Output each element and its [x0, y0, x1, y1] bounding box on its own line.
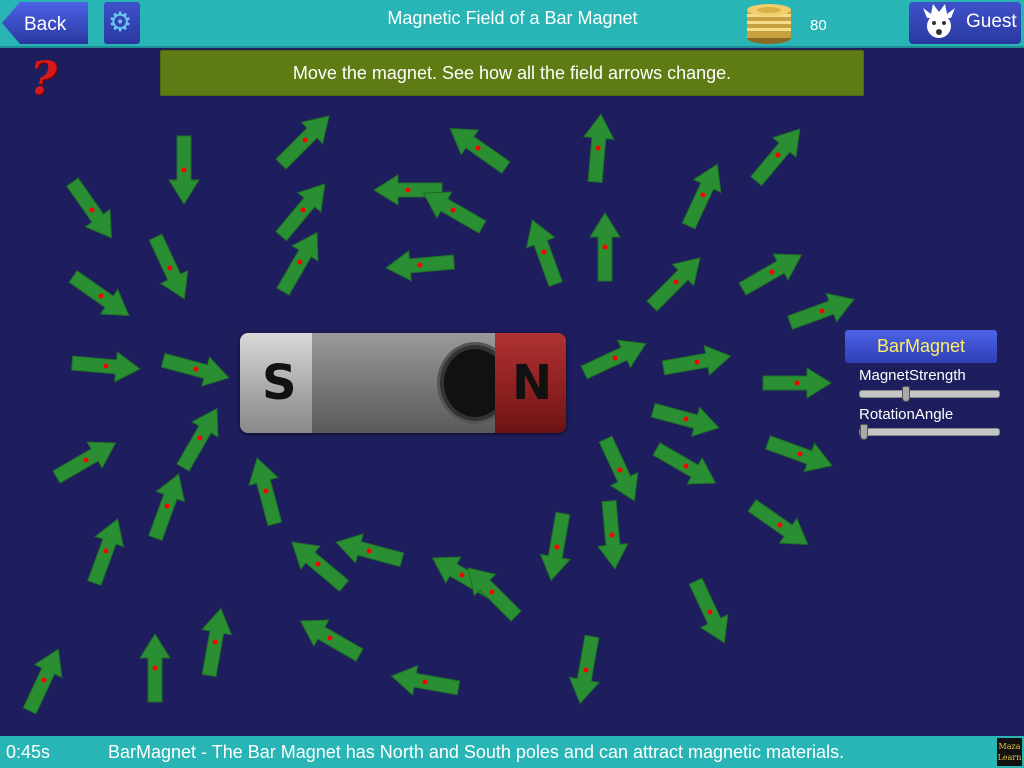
field-arrow [299, 619, 364, 662]
guest-avatar-icon [923, 4, 955, 38]
coin-stack-icon [747, 4, 791, 44]
arrow-pivot-dot [405, 187, 411, 193]
instruction-banner: Move the magnet. See how all the field a… [160, 50, 864, 96]
timer: 0:45s [6, 742, 51, 762]
arrow-pivot-dot [152, 665, 158, 671]
logo: Maza Learn [997, 738, 1022, 766]
field-arrow [22, 648, 63, 715]
logo-line-1: Maza [998, 742, 1021, 751]
arrow-pivot-dot [794, 380, 800, 386]
field-arrow [596, 499, 629, 570]
field-arrow [390, 664, 461, 697]
south-pole-label: S [262, 355, 297, 411]
field-arrow [646, 257, 701, 312]
field-arrow [467, 567, 522, 622]
field-arrow [681, 163, 722, 230]
field-arrow [582, 113, 615, 184]
field-arrow [787, 292, 855, 330]
bar-magnet[interactable]: S N [240, 333, 566, 433]
gear-icon: ⚙ [108, 7, 133, 37]
arrow-pivot-dot [602, 244, 608, 250]
field-arrow [139, 633, 171, 703]
field-arrow [688, 577, 729, 644]
field-arrow [661, 344, 732, 377]
coin-count: 80 [810, 17, 827, 34]
top-bar: Back ⚙ Magnetic Field of a Bar Magnet 80… [0, 0, 1024, 48]
field-arrow [747, 499, 809, 546]
field-arrow [148, 473, 186, 541]
magnet-body [312, 333, 510, 433]
north-pole-label: N [512, 355, 553, 411]
rotation-angle-slider[interactable] [859, 424, 1000, 440]
question-mark-icon[interactable]: ? [30, 55, 57, 101]
field-arrow [275, 115, 330, 170]
page-title: Magnetic Field of a Bar Magnet [387, 8, 638, 28]
field-arrow [598, 435, 639, 502]
field-arrow [738, 253, 803, 296]
field-arrow [168, 135, 200, 205]
field-arrow [176, 407, 219, 472]
field-arrow [580, 339, 647, 380]
field-arrow [87, 518, 125, 586]
field-arrow [335, 533, 405, 568]
panel-title: BarMagnet [845, 330, 997, 363]
magnet-strength-slider[interactable] [859, 386, 1000, 402]
north-pole: N [495, 333, 566, 433]
rotation-angle-thumb[interactable] [860, 424, 868, 440]
field-arrow [385, 249, 456, 282]
field-arrow [568, 634, 601, 705]
field-arrow [449, 127, 511, 174]
field-arrow [66, 177, 113, 239]
settings-button[interactable]: ⚙ [104, 2, 140, 44]
magnet-strength-thumb[interactable] [901, 386, 910, 402]
field-arrow [68, 270, 130, 317]
field-arrow [70, 350, 141, 383]
field-arrow [248, 457, 283, 527]
status-text: BarMagnet - The Bar Magnet has North and… [108, 742, 845, 762]
field-arrow [52, 441, 117, 484]
field-arrow [148, 233, 189, 300]
guest-user-button[interactable]: Guest [909, 2, 1021, 44]
field-arrow [589, 212, 621, 282]
back-button[interactable]: Back [2, 2, 88, 44]
arrow-pivot-dot [181, 167, 187, 173]
field-arrow [650, 402, 720, 437]
field-arrow [525, 219, 563, 287]
bottom-bar: 0:45s BarMagnet - The Bar Magnet has Nor… [0, 736, 1024, 768]
field-arrow [750, 128, 801, 187]
field-arrow [762, 367, 832, 399]
rotation-angle-label: RotationAngle [859, 406, 954, 423]
field-arrow [276, 231, 319, 296]
south-pole: S [240, 333, 312, 433]
field-arrow [160, 352, 230, 387]
field-arrow [200, 607, 233, 678]
bar-magnet-panel: BarMagnet MagnetStrength RotationAngle [845, 330, 1005, 442]
field-arrow [652, 442, 717, 485]
logo-line-2: Learn [997, 753, 1022, 762]
field-arrow [765, 435, 833, 473]
guest-user-label: Guest [966, 11, 1017, 32]
field-arrow [539, 511, 572, 582]
back-button-label: Back [24, 14, 67, 35]
field-arrow [275, 183, 326, 242]
magnet-strength-label: MagnetStrength [859, 367, 966, 384]
